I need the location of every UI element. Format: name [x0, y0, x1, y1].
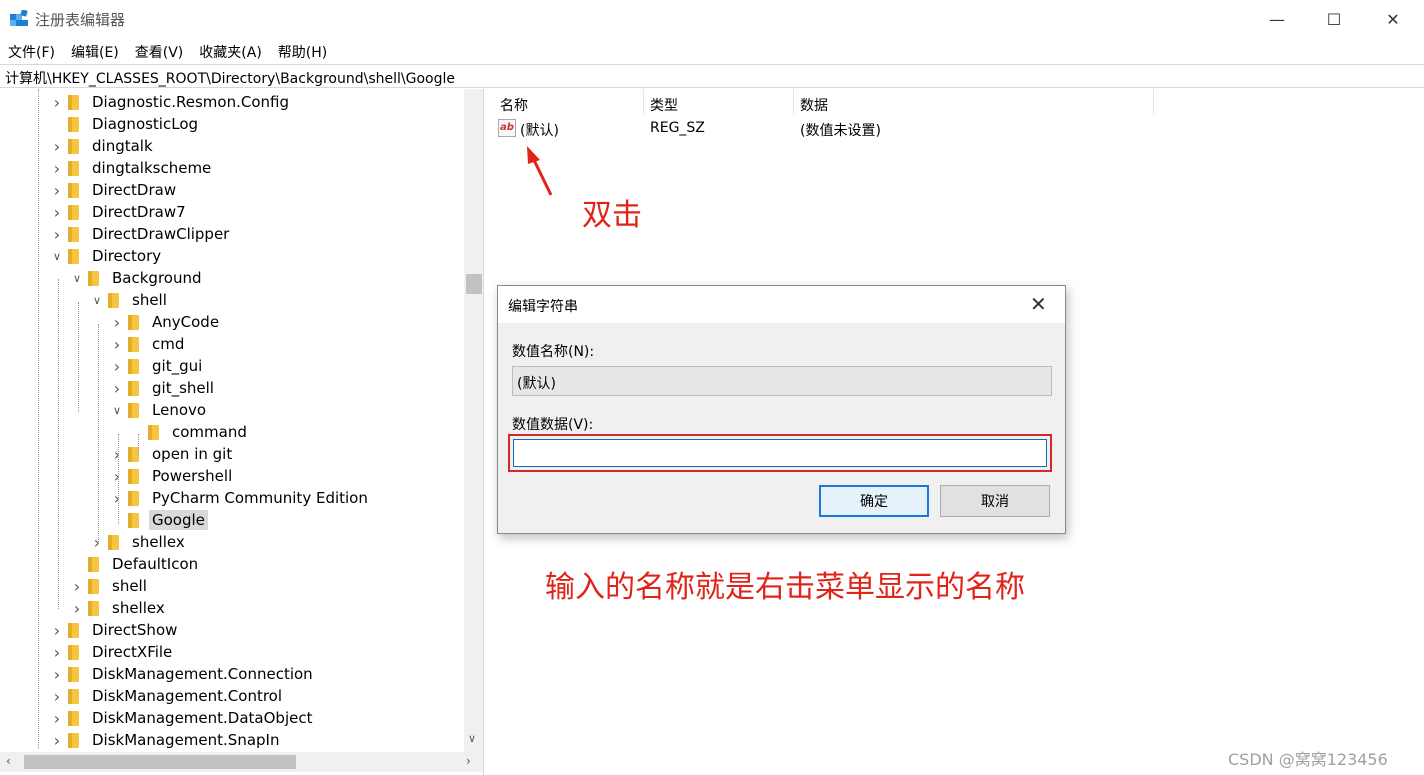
annotation-double-click: 双击 [582, 198, 642, 233]
cancel-button[interactable]: 取消 [940, 485, 1050, 517]
watermark: CSDN @窝窝123456 [1228, 750, 1388, 769]
value-data-label: 数值数据(V): [512, 417, 594, 433]
edit-string-dialog: 编辑字符串 ✕ 数值名称(N): (默认) 数值数据(V): 确定 取消 [497, 285, 1066, 534]
value-name-label: 数值名称(N): [512, 344, 595, 360]
arrow-to-default-value [527, 146, 553, 196]
value-data-highlight [508, 434, 1052, 472]
annotation-input-note: 输入的名称就是右击菜单显示的名称 [545, 570, 1025, 605]
value-name-field: (默认) [512, 366, 1052, 396]
ok-button[interactable]: 确定 [819, 485, 929, 517]
value-data-input[interactable] [513, 439, 1047, 467]
dialog-title: 编辑字符串 [498, 286, 1065, 323]
dialog-close-icon[interactable]: ✕ [1030, 292, 1047, 316]
